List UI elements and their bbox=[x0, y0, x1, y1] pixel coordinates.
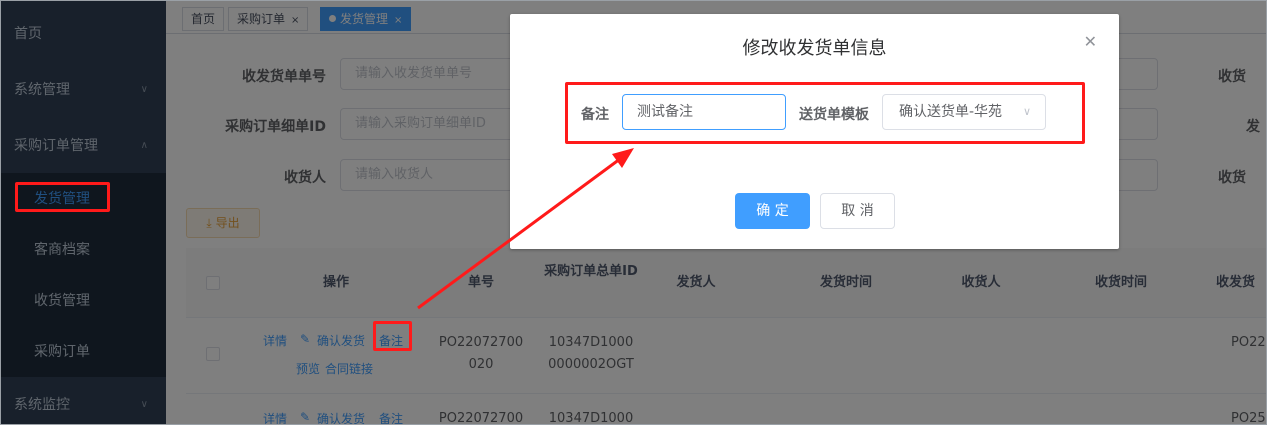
dialog-title: 修改收发货单信息 bbox=[742, 38, 887, 59]
annotation-box-sidebar bbox=[15, 182, 110, 212]
close-icon[interactable]: ✕ bbox=[1084, 32, 1097, 51]
annotation-box-remark-link bbox=[373, 321, 412, 351]
cancel-button[interactable]: 取 消 bbox=[820, 193, 895, 229]
annotation-box-dialog-form bbox=[565, 82, 1085, 144]
confirm-button[interactable]: 确 定 bbox=[735, 193, 810, 229]
